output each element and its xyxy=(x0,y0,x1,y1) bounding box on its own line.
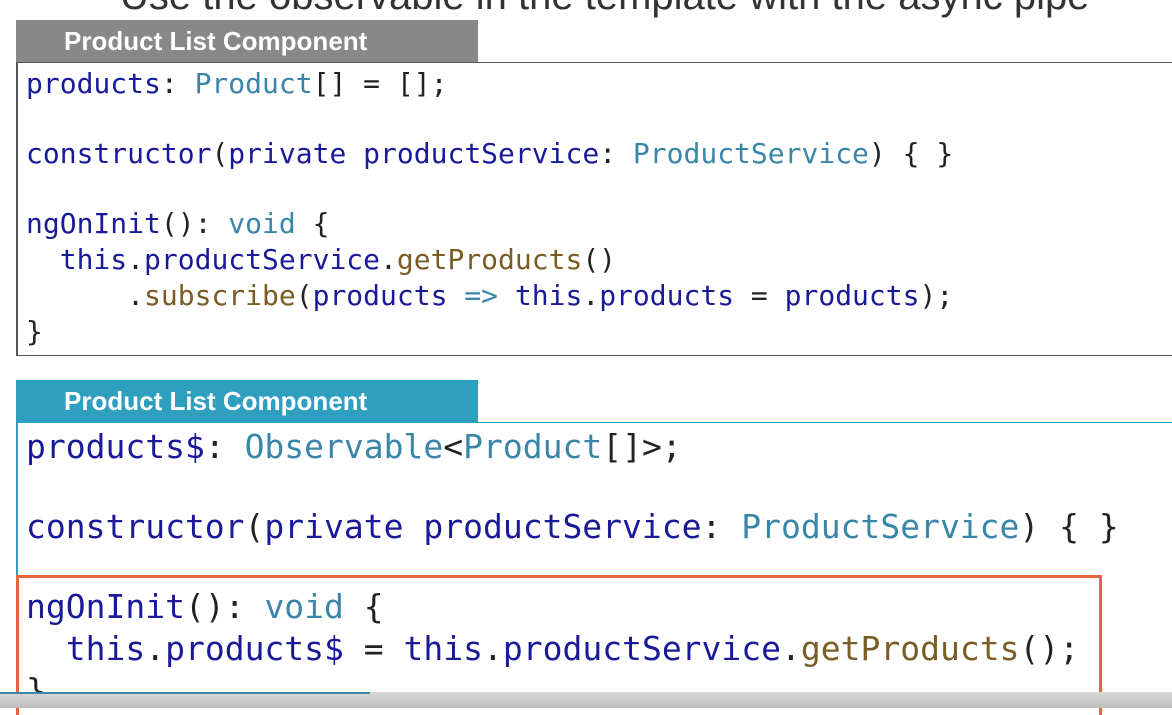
code-token: products xyxy=(312,279,448,312)
code-token: getProducts xyxy=(396,243,583,276)
code-token: this xyxy=(26,243,128,276)
code-token: constructor xyxy=(26,507,245,546)
code-line: } xyxy=(26,315,43,348)
code-token: products xyxy=(599,279,735,312)
code-token: : xyxy=(160,67,195,100)
code-token: private xyxy=(228,137,347,170)
code-token: . xyxy=(127,243,145,276)
code-token: subscribe xyxy=(144,279,296,312)
tab-product-list-component-bottom: Product List Component xyxy=(16,380,478,422)
code-line: products: Product[] = []; xyxy=(26,67,447,100)
code-token: () xyxy=(582,243,617,276)
code-token: productService xyxy=(403,507,702,546)
code-token: products xyxy=(784,279,920,312)
code-token: ( xyxy=(244,507,265,546)
code-token: []>; xyxy=(602,427,682,466)
code-token: : xyxy=(204,427,245,466)
code-token: ProductService xyxy=(741,507,1020,546)
code-line: this.productService.getProducts() xyxy=(26,243,616,276)
code-token: (): xyxy=(160,207,229,240)
code-token: ( xyxy=(295,279,313,312)
slide-title-strip: Use the observable in the template with … xyxy=(0,0,1172,18)
code-token: products$ xyxy=(26,427,205,466)
code-token: ) { } xyxy=(868,137,954,170)
code-token: this xyxy=(514,279,583,312)
code-line: products$: Observable<Product[]>; xyxy=(26,427,682,466)
code-token: < xyxy=(443,427,464,466)
code-token: } xyxy=(26,315,43,348)
code-token: Observable xyxy=(244,427,444,466)
code-token: productService xyxy=(346,137,600,170)
code-token: => xyxy=(447,279,515,312)
code-line: constructor(private productService: Prod… xyxy=(26,137,953,170)
code-token: Product xyxy=(463,427,603,466)
code-token: ) { } xyxy=(1019,507,1119,546)
video-player-bar[interactable] xyxy=(0,692,1172,708)
code-line: .subscribe(products => this.products = p… xyxy=(26,279,953,312)
code-token: [] = []; xyxy=(312,67,448,100)
code-token: products xyxy=(26,67,161,100)
code-token: . xyxy=(582,279,600,312)
code-token: Product xyxy=(194,67,313,100)
code-token: ngOnInit xyxy=(26,207,161,240)
code-token: ( xyxy=(211,137,229,170)
code-token: void xyxy=(228,207,296,240)
code-line: ngOnInit(): void { xyxy=(26,207,329,240)
slide-title: Use the observable in the template with … xyxy=(120,0,1089,18)
progress-bar[interactable] xyxy=(0,692,370,694)
code-token: ProductService xyxy=(632,137,869,170)
code-panel-top: products: Product[] = []; constructor(pr… xyxy=(16,62,1172,356)
code-token: ); xyxy=(919,279,954,312)
code-token: : xyxy=(599,137,633,170)
code-token: { xyxy=(295,207,330,240)
code-token: productService xyxy=(144,243,381,276)
tab-product-list-component-top: Product List Component xyxy=(16,20,478,62)
code-token: : xyxy=(701,507,742,546)
code-token: . xyxy=(380,243,397,276)
code-token: . xyxy=(26,279,145,312)
code-token: constructor xyxy=(26,137,212,170)
code-token: private xyxy=(264,507,404,546)
code-line: constructor(private productService: Prod… xyxy=(26,507,1119,546)
code-token: = xyxy=(734,279,785,312)
